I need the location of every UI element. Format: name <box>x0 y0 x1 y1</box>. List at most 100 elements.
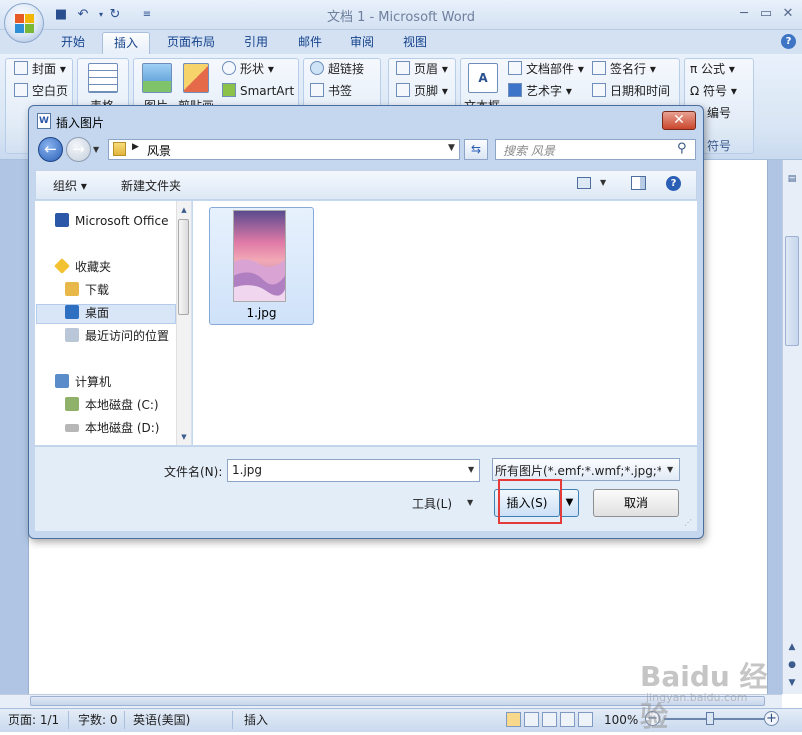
signature-line-icon <box>592 61 606 75</box>
quickparts-button[interactable]: 文档部件 ▾ <box>508 59 584 79</box>
breadcrumb-current-folder[interactable]: 风景 <box>147 142 171 159</box>
bookmark-button[interactable]: 书签 <box>310 81 352 101</box>
tools-dropdown-icon[interactable]: ▼ <box>467 498 473 507</box>
status-separator <box>124 711 125 729</box>
change-view-icon[interactable] <box>577 177 591 189</box>
smartart-button[interactable]: SmartArt <box>222 81 294 101</box>
nav-item-drive-d[interactable]: 本地磁盘 (D:) <box>65 419 159 437</box>
new-folder-button[interactable]: 新建文件夹 <box>121 177 181 194</box>
desktop-icon <box>65 305 79 319</box>
watermark-url: jingyan.baidu.com <box>646 691 748 704</box>
zoom-level[interactable]: 100% <box>604 712 638 728</box>
blank-page-icon <box>14 83 28 97</box>
insert-mode-indicator[interactable]: 插入 <box>244 712 268 728</box>
computer-icon <box>55 374 69 388</box>
minimize-button[interactable]: ─ <box>732 4 756 24</box>
dialog-close-button[interactable]: ✕ <box>662 111 696 130</box>
recent-pages-dropdown-icon[interactable]: ▼ <box>93 145 103 155</box>
full-screen-reading-icon[interactable] <box>524 712 539 727</box>
wordart-button[interactable]: 艺术字 ▾ <box>508 81 572 101</box>
word-count[interactable]: 字数: 0 <box>78 712 118 728</box>
dialog-help-icon[interactable]: ? <box>666 176 681 191</box>
equation-button[interactable]: π 公式 ▾ <box>690 59 735 79</box>
view-dropdown-icon[interactable]: ▼ <box>600 178 606 187</box>
tab-references[interactable]: 引用 <box>236 32 276 54</box>
footer-button[interactable]: 页脚 ▾ <box>396 81 448 101</box>
cancel-button[interactable]: 取消 <box>593 489 679 517</box>
print-layout-view-icon[interactable] <box>506 712 521 727</box>
file-type-value[interactable]: 所有图片(*.emf;*.wmf;*.jpg;*.jp <box>495 462 661 479</box>
help-icon[interactable]: ? <box>781 34 796 49</box>
clipart-icon[interactable] <box>183 63 209 93</box>
close-button[interactable]: ✕ <box>776 4 800 24</box>
scroll-up-icon[interactable]: ▲ <box>785 640 799 654</box>
status-separator <box>68 711 69 729</box>
filename-value[interactable]: 1.jpg <box>232 463 262 477</box>
preview-pane-icon[interactable] <box>631 176 646 190</box>
textbox-icon[interactable]: A <box>468 63 498 93</box>
nav-item-drive-c[interactable]: 本地磁盘 (C:) <box>65 396 159 414</box>
word-document-icon: W <box>37 113 51 129</box>
star-icon <box>54 258 70 274</box>
annotation-highlight-box <box>498 479 562 524</box>
cover-page-button[interactable]: 封面 ▾ <box>14 59 66 79</box>
header-button[interactable]: 页眉 ▾ <box>396 59 448 79</box>
tab-page-layout[interactable]: 页面布局 <box>160 32 222 54</box>
page-count[interactable]: 页面: 1/1 <box>8 712 59 728</box>
baidu-watermark: Baidu 经验 jingyan.baidu.com <box>640 655 790 733</box>
maximize-button[interactable]: ▭ <box>754 4 778 24</box>
resize-grip-icon[interactable]: ⋰ <box>684 518 692 527</box>
tab-insert[interactable]: 插入 <box>102 32 150 54</box>
tab-review[interactable]: 审阅 <box>342 32 382 54</box>
language-indicator[interactable]: 英语(美国) <box>133 712 190 728</box>
picture-icon[interactable] <box>142 63 172 93</box>
dialog-title: 插入图片 <box>56 116 105 130</box>
ruler-toggle-icon[interactable]: ▤ <box>785 172 799 186</box>
blank-page-button[interactable]: 空白页 <box>14 81 68 101</box>
quickparts-icon <box>508 61 522 75</box>
insert-options-dropdown-icon[interactable]: ▼ <box>560 489 579 517</box>
search-icon[interactable]: ⚲ <box>677 141 687 156</box>
table-icon[interactable] <box>88 63 118 93</box>
vertical-scroll-thumb[interactable] <box>785 236 799 346</box>
breadcrumb-arrow-icon[interactable]: ▶ <box>132 142 139 152</box>
filename-dropdown-icon[interactable]: ▼ <box>468 465 474 474</box>
file-type-dropdown-icon[interactable]: ▼ <box>667 465 673 474</box>
filename-input[interactable] <box>227 459 480 482</box>
organize-button[interactable]: 组织 ▾ <box>53 177 87 194</box>
tools-button[interactable]: 工具(L) <box>412 495 452 512</box>
back-arrow-icon[interactable]: ← <box>38 137 63 162</box>
hyperlink-button[interactable]: 超链接 <box>310 59 364 79</box>
status-separator <box>232 711 233 729</box>
bookmark-icon <box>310 83 324 97</box>
nav-item-desktop[interactable]: 桌面 <box>65 304 109 322</box>
nav-item-downloads[interactable]: 下载 <box>65 281 109 299</box>
signature-line-button[interactable]: 签名行 ▾ <box>592 59 656 79</box>
tab-home[interactable]: 开始 <box>52 32 94 54</box>
nav-scroll-up-icon[interactable]: ▲ <box>177 203 191 217</box>
tab-view[interactable]: 视图 <box>395 32 435 54</box>
draft-view-icon[interactable] <box>578 712 593 727</box>
datetime-button[interactable]: 日期和时间 <box>592 81 670 101</box>
filename-label: 文件名(N): <box>164 465 223 479</box>
nav-item-recent-places[interactable]: 最近访问的位置 <box>65 327 169 345</box>
outline-view-icon[interactable] <box>560 712 575 727</box>
nav-item-microsoft-office[interactable]: Microsoft Office <box>55 212 173 230</box>
nav-item-computer[interactable]: 计算机 <box>55 373 111 391</box>
forward-arrow-icon[interactable]: → <box>66 137 91 162</box>
nav-pane-scroll-thumb[interactable] <box>178 219 189 315</box>
shapes-icon <box>222 61 236 75</box>
nav-item-favorites[interactable]: 收藏夹 <box>54 258 111 276</box>
web-layout-view-icon[interactable] <box>542 712 557 727</box>
number-button[interactable]: 编号 <box>707 103 731 123</box>
address-dropdown-icon[interactable]: ▼ <box>448 143 455 153</box>
tab-mailings[interactable]: 邮件 <box>290 32 330 54</box>
datetime-icon <box>592 83 606 97</box>
symbol-button[interactable]: Ω 符号 ▾ <box>690 81 737 101</box>
nav-scroll-down-icon[interactable]: ▼ <box>177 430 191 444</box>
shapes-button[interactable]: 形状 ▾ <box>222 59 274 79</box>
refresh-icon[interactable]: ⇆ <box>464 139 488 160</box>
cover-page-icon <box>14 61 28 75</box>
word-icon <box>55 213 69 227</box>
office-button[interactable] <box>4 3 44 43</box>
